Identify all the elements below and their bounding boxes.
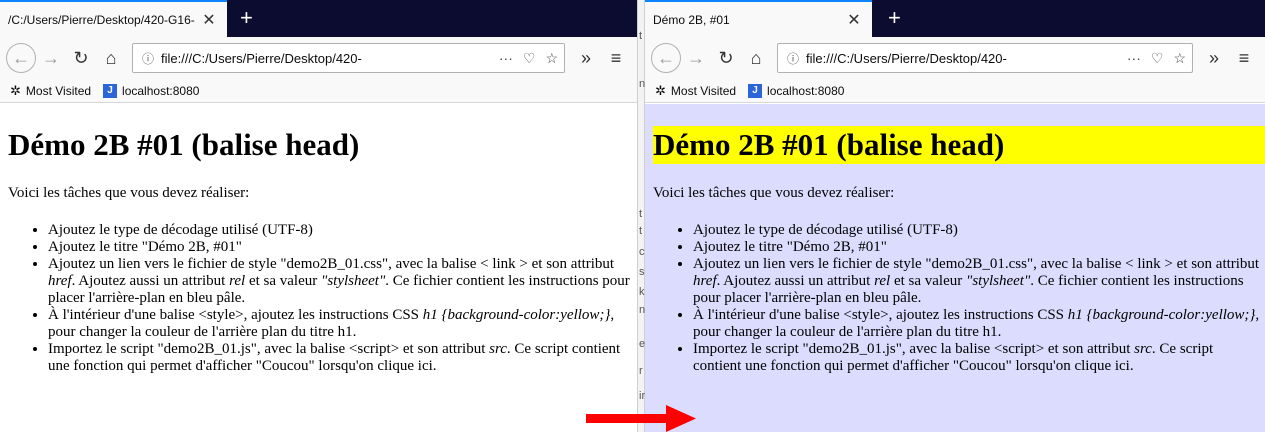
intro-text: Voici les tâches que vous devez réaliser… [653, 185, 895, 201]
page-actions-icon[interactable]: ··· [499, 50, 513, 66]
tab-title: Démo 2B, #01 [653, 12, 730, 27]
bookmark-most-visited[interactable]: ✲ Most Visited [10, 83, 91, 99]
list-item: À l'intérieur d'une balise <style>, ajou… [693, 307, 1265, 341]
url-bar[interactable]: ⓘ file:///C:/Users/Pierre/Desktop/420- ·… [777, 43, 1193, 73]
bookmark-localhost[interactable]: J localhost:8080 [103, 83, 200, 98]
page-heading: Démo 2B #01 (balise head) [8, 127, 360, 162]
page-actions-icon[interactable]: ··· [1127, 50, 1141, 66]
background-text: s [639, 266, 645, 278]
forward-button[interactable]: → [36, 43, 66, 73]
arrow-shape [586, 405, 696, 432]
task-list: Ajoutez le type de décodage utilisé (UTF… [653, 222, 1265, 375]
bookmark-most-visited[interactable]: ✲ Most Visited [655, 83, 736, 99]
url-text[interactable]: file:///C:/Users/Pierre/Desktop/420- [161, 51, 489, 66]
list-item[interactable]: Importez le script "demo2B_01.js", avec … [48, 341, 637, 375]
left-browser-window: /C:/Users/Pierre/Desktop/420-G16- ✕ + ← … [0, 0, 637, 432]
tab-title: /C:/Users/Pierre/Desktop/420-G16- [8, 12, 195, 27]
right-browser-window: Démo 2B, #01 ✕ + ← → ↻ ⌂ ⓘ file:///C:/Us… [645, 0, 1265, 432]
overflow-chevron-icon[interactable]: » [1199, 43, 1229, 73]
page-heading: Démo 2B #01 (balise head) [653, 126, 1265, 164]
navigation-toolbar: ← → ↻ ⌂ ⓘ file:///C:/Users/Pierre/Deskto… [645, 37, 1265, 79]
list-item: Ajoutez le titre "Démo 2B, #01" [693, 239, 1265, 256]
background-text: t [639, 30, 643, 42]
bookmarks-toolbar: ✲ Most Visited J localhost:8080 [0, 79, 637, 103]
bookmarks-toolbar: ✲ Most Visited J localhost:8080 [645, 79, 1265, 103]
active-tab[interactable]: Démo 2B, #01 ✕ [645, 0, 872, 37]
info-icon[interactable]: ⓘ [139, 50, 157, 67]
gear-icon: ✲ [10, 82, 21, 98]
bookmark-star-icon[interactable]: ☆ [545, 50, 558, 67]
close-tab-icon[interactable]: ✕ [844, 10, 864, 30]
bookmark-star-icon[interactable]: ☆ [1173, 50, 1186, 67]
background-text: r [639, 365, 643, 377]
hamburger-menu-icon[interactable]: ≡ [1229, 43, 1259, 73]
list-item[interactable]: Importez le script "demo2B_01.js", avec … [693, 341, 1265, 375]
list-item: Ajoutez un lien vers le fichier de style… [48, 256, 637, 307]
background-text: t [639, 225, 643, 237]
new-tab-button[interactable]: + [888, 6, 901, 30]
tab-bar: /C:/Users/Pierre/Desktop/420-G16- ✕ + [0, 0, 637, 37]
forward-button[interactable]: → [681, 43, 711, 73]
active-tab[interactable]: /C:/Users/Pierre/Desktop/420-G16- ✕ [0, 0, 227, 37]
task-list: Ajoutez le type de décodage utilisé (UTF… [8, 222, 637, 375]
red-arrow-icon [586, 405, 696, 432]
back-button[interactable]: ← [6, 43, 36, 73]
bookmark-label: Most Visited [25, 83, 92, 98]
intro-text: Voici les tâches que vous devez réaliser… [8, 185, 250, 201]
info-icon[interactable]: ⓘ [784, 50, 802, 67]
list-item: Ajoutez le type de décodage utilisé (UTF… [693, 222, 1265, 239]
close-tab-icon[interactable]: ✕ [199, 10, 219, 30]
home-button[interactable]: ⌂ [96, 43, 126, 73]
pocket-icon[interactable]: ♡ [1151, 50, 1164, 67]
url-bar[interactable]: ⓘ file:///C:/Users/Pierre/Desktop/420- ·… [132, 43, 565, 73]
hamburger-menu-icon[interactable]: ≡ [601, 43, 631, 73]
background-text: c [639, 246, 645, 258]
gear-icon: ✲ [655, 82, 666, 98]
home-button[interactable]: ⌂ [741, 43, 771, 73]
background-text: t [639, 208, 643, 220]
bookmark-label: localhost:8080 [767, 83, 845, 98]
window-divider: t n t t c s k n e r ir [637, 0, 645, 432]
list-item: Ajoutez un lien vers le fichier de style… [693, 256, 1265, 307]
reload-button[interactable]: ↻ [711, 43, 741, 73]
tab-bar: Démo 2B, #01 ✕ + [645, 0, 1265, 37]
bookmark-localhost[interactable]: J localhost:8080 [748, 83, 845, 98]
page-content: Démo 2B #01 (balise head) Voici les tâch… [645, 104, 1265, 432]
list-item: À l'intérieur d'une balise <style>, ajou… [48, 307, 637, 341]
overflow-chevron-icon[interactable]: » [571, 43, 601, 73]
back-button[interactable]: ← [651, 43, 681, 73]
url-text[interactable]: file:///C:/Users/Pierre/Desktop/420- [806, 51, 1117, 66]
list-item: Ajoutez le type de décodage utilisé (UTF… [48, 222, 637, 239]
new-tab-button[interactable]: + [240, 6, 253, 30]
page-content: Démo 2B #01 (balise head) Voici les tâch… [0, 104, 637, 432]
bookmark-label: Most Visited [670, 83, 737, 98]
jetbrains-icon: J [103, 83, 118, 98]
jetbrains-icon: J [748, 83, 763, 98]
pocket-icon[interactable]: ♡ [523, 50, 536, 67]
reload-button[interactable]: ↻ [66, 43, 96, 73]
bookmark-label: localhost:8080 [122, 83, 200, 98]
background-text: k [639, 286, 645, 298]
list-item: Ajoutez le titre "Démo 2B, #01" [48, 239, 637, 256]
navigation-toolbar: ← → ↻ ⌂ ⓘ file:///C:/Users/Pierre/Deskto… [0, 37, 637, 79]
